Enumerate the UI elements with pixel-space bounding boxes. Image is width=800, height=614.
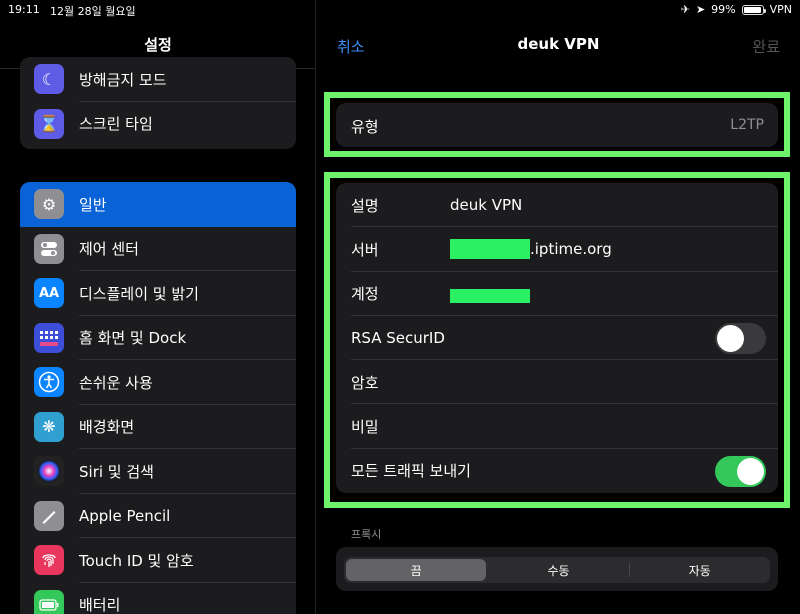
server-field[interactable]: .iptime.org — [450, 239, 612, 260]
battery-percent: 99% — [711, 3, 736, 16]
sidebar-item-label: 일반 — [79, 195, 107, 214]
sidebar-item-label: 제어 센터 — [79, 240, 139, 259]
sidebar-item-touch-id[interactable]: Touch ID 및 암호 — [20, 538, 296, 583]
redaction-mark — [450, 239, 530, 260]
text-size-icon: AA — [34, 278, 64, 309]
vpn-badge: VPN — [769, 3, 792, 16]
server-row[interactable]: 서버 .iptime.org — [336, 227, 778, 272]
flower-icon: ❋ — [34, 411, 64, 442]
password-label: 암호 — [351, 373, 379, 392]
status-time: 19:11 — [8, 3, 40, 16]
grid-icon — [34, 322, 64, 353]
fingerprint-icon — [34, 545, 64, 576]
secret-label: 비밀 — [351, 418, 379, 437]
vpn-type-label: 유형 — [351, 118, 379, 136]
status-date: 12월 28일 월요일 — [50, 5, 136, 18]
sidebar-item-siri[interactable]: Siri 및 검색 — [20, 449, 296, 494]
proxy-card: 끔 수동 자동 — [336, 547, 778, 591]
sidebar-item-label: Apple Pencil — [79, 506, 171, 525]
proxy-option-off[interactable]: 끔 — [346, 559, 487, 581]
sidebar-item-wallpaper[interactable]: ❋ 배경화면 — [20, 405, 296, 449]
description-label: 설명 — [351, 196, 379, 215]
redaction-mark — [450, 288, 530, 303]
location-icon: ➤ — [695, 3, 706, 16]
sidebar-item-label: 스크린 타임 — [79, 115, 153, 134]
sidebar-item-control-center[interactable]: 제어 센터 — [20, 227, 296, 271]
send-all-traffic-label: 모든 트래픽 보내기 — [351, 462, 471, 481]
sidebar-item-apple-pencil[interactable]: Apple Pencil — [20, 494, 296, 538]
sidebar-item-do-not-disturb[interactable]: ☾ 방해금지 모드 — [20, 57, 296, 102]
vpn-config-form: 설명 deuk VPN 서버 .iptime.org 계정 RSA SecurI… — [336, 183, 778, 493]
sidebar-item-general[interactable]: ⚙ 일반 — [20, 182, 296, 227]
sidebar-item-label: 홈 화면 및 Dock — [79, 329, 187, 348]
sidebar-title: 설정 — [144, 36, 172, 54]
sidebar-item-accessibility[interactable]: 손쉬운 사용 — [20, 360, 296, 405]
account-row[interactable]: 계정 — [336, 272, 778, 316]
server-label: 서버 — [351, 240, 379, 259]
vpn-type-value: L2TP — [730, 117, 764, 133]
sidebar-group-focus: ☾ 방해금지 모드 ⌛ 스크린 타임 — [20, 57, 296, 149]
sidebar-item-label: 배경화면 — [79, 418, 135, 437]
sidebar-item-battery[interactable]: 배터리 — [20, 583, 296, 614]
rsa-securid-label: RSA SecurID — [351, 329, 445, 348]
proxy-segmented-control: 끔 수동 자동 — [344, 557, 770, 583]
gear-icon: ⚙ — [34, 189, 64, 220]
description-row[interactable]: 설명 deuk VPN — [336, 183, 778, 228]
moon-icon: ☾ — [34, 64, 64, 95]
sidebar-item-screen-time[interactable]: ⌛ 스크린 타임 — [20, 102, 296, 147]
send-all-traffic-toggle[interactable] — [715, 455, 766, 487]
account-label: 계정 — [351, 285, 379, 304]
battery-icon — [34, 589, 64, 614]
hourglass-icon: ⌛ — [34, 108, 64, 139]
toggles-icon — [34, 233, 64, 264]
description-field[interactable]: deuk VPN — [450, 196, 522, 214]
sidebar-group-general: ⚙ 일반 제어 센터 AA 디스플레이 및 밝기 홈 화면 및 Dock 손쉬운… — [20, 182, 296, 614]
proxy-option-auto[interactable]: 자동 — [630, 557, 770, 583]
password-row[interactable]: 암호 — [336, 360, 778, 405]
sidebar-item-label: 배터리 — [79, 596, 121, 614]
pencil-icon — [34, 500, 64, 531]
accessibility-icon — [34, 367, 64, 398]
sidebar-item-display[interactable]: AA 디스플레이 및 밝기 — [20, 271, 296, 316]
sidebar-item-label: Touch ID 및 암호 — [79, 551, 194, 570]
server-value-suffix: .iptime.org — [530, 240, 612, 259]
airplane-icon: ✈ — [680, 3, 690, 16]
account-field[interactable] — [450, 285, 530, 303]
sidebar-item-label: 방해금지 모드 — [79, 70, 167, 89]
battery-status-icon — [741, 4, 766, 15]
vpn-detail-pane: ✈ ➤ 99% VPN 취소 deuk VPN 완료 유형 L2TP 설명 de… — [317, 0, 800, 614]
done-button[interactable]: 완료 — [752, 36, 780, 57]
sidebar-item-label: 디스플레이 및 밝기 — [79, 284, 199, 303]
rsa-securid-toggle[interactable] — [715, 322, 766, 354]
sidebar-item-home-screen[interactable]: 홈 화면 및 Dock — [20, 316, 296, 360]
page-title: deuk VPN — [517, 35, 600, 53]
rsa-securid-row: RSA SecurID — [336, 316, 778, 361]
siri-icon — [34, 456, 64, 487]
settings-sidebar: 19:11 12월 28일 월요일 설정 ☾ 방해금지 모드 ⌛ 스크린 타임 … — [0, 0, 316, 614]
proxy-section-label: 프록시 — [351, 528, 382, 541]
proxy-option-manual[interactable]: 수동 — [488, 557, 628, 583]
sidebar-item-label: Siri 및 검색 — [79, 462, 154, 481]
vpn-type-row[interactable]: 유형 L2TP — [336, 103, 778, 147]
sidebar-item-label: 손쉬운 사용 — [79, 373, 153, 392]
secret-row[interactable]: 비밀 — [336, 404, 778, 449]
send-all-traffic-row: 모든 트래픽 보내기 — [336, 449, 778, 493]
status-indicators: ✈ ➤ 99% VPN — [681, 3, 792, 16]
